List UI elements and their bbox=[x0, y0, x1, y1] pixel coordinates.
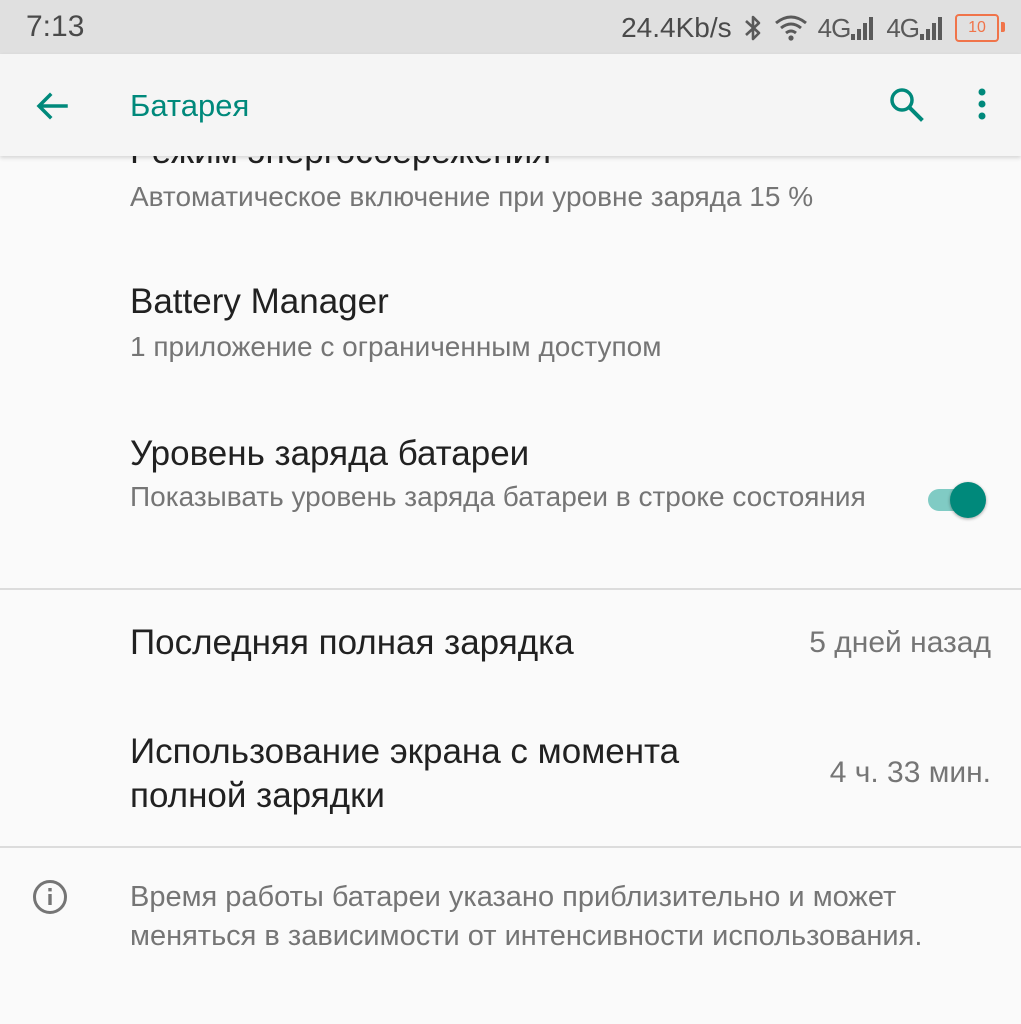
divider bbox=[0, 588, 1021, 590]
pref-battery-manager[interactable]: Battery Manager 1 приложение с ограничен… bbox=[130, 280, 661, 366]
stat-last-full-charge: Последняя полная зарядка bbox=[130, 621, 574, 665]
status-bar: 7:13 24.4Kb/s 4G 4G 10 bbox=[0, 0, 1021, 54]
toggle-thumb bbox=[950, 482, 986, 518]
stat-value: 5 дней назад bbox=[809, 626, 991, 659]
stat-title: Последняя полная зарядка bbox=[130, 623, 574, 662]
divider bbox=[0, 846, 1021, 848]
signal-1-icon: 4G bbox=[818, 13, 877, 44]
signal-2-icon: 4G bbox=[886, 13, 945, 44]
search-icon[interactable] bbox=[886, 84, 926, 124]
pref-battery-percentage[interactable]: Уровень заряда батареи Показывать уровен… bbox=[130, 432, 870, 516]
pref-battery-saver[interactable]: Режим энергосбережения Автоматическое вк… bbox=[130, 156, 813, 216]
pref-summary: Автоматическое включение при уровне заря… bbox=[130, 181, 814, 212]
pref-title: Режим энергосбережения bbox=[130, 156, 813, 174]
battery-estimate-note: Время работы батареи указано приблизител… bbox=[130, 881, 923, 952]
pref-title: Battery Manager bbox=[130, 282, 389, 321]
info-icon bbox=[31, 878, 69, 916]
pref-summary: 1 приложение с ограниченным доступом bbox=[130, 331, 662, 362]
settings-list: Режим энергосбережения Автоматическое вк… bbox=[0, 156, 1021, 1024]
network-speed: 24.4Kb/s bbox=[621, 12, 732, 43]
app-bar: Батарея bbox=[0, 54, 1021, 156]
stat-title: Использование экрана с момента полной за… bbox=[130, 732, 680, 815]
stat-value: 4 ч. 33 мин. bbox=[829, 756, 991, 789]
status-time: 7:13 bbox=[26, 10, 85, 43]
signal-2-label: 4G bbox=[886, 12, 920, 43]
page-title: Батарея bbox=[130, 88, 250, 123]
status-icons: 24.4Kb/s 4G 4G 10 bbox=[621, 10, 1005, 46]
stat-screen-usage: Использование экрана с момента полной за… bbox=[130, 730, 770, 818]
more-options-icon[interactable] bbox=[966, 84, 998, 124]
back-arrow-icon[interactable] bbox=[32, 86, 72, 126]
pref-title: Уровень заряда батареи bbox=[130, 434, 530, 473]
signal-1-label: 4G bbox=[817, 12, 852, 43]
battery-level: 10 bbox=[968, 19, 986, 36]
battery-icon: 10 bbox=[955, 14, 1005, 42]
wifi-icon bbox=[774, 14, 808, 42]
battery-percentage-toggle[interactable] bbox=[928, 480, 988, 520]
pref-summary: Показывать уровень заряда батареи в стро… bbox=[130, 481, 866, 512]
bluetooth-icon bbox=[742, 13, 764, 43]
